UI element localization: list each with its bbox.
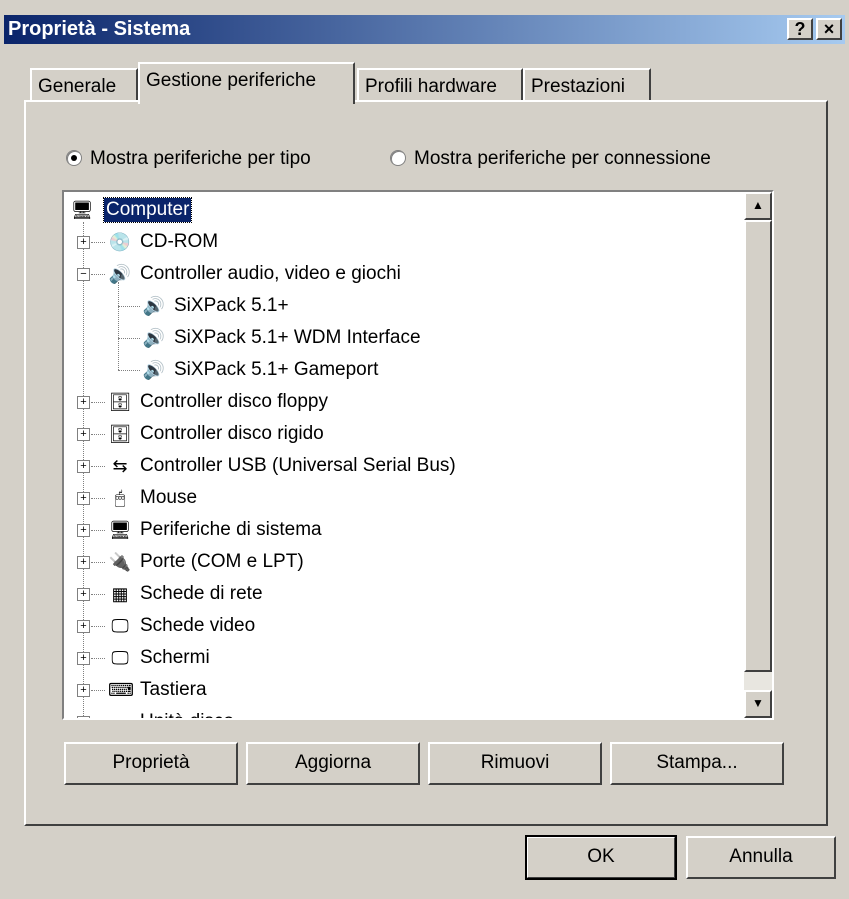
tab-gestione-periferiche[interactable]: Gestione periferiche	[138, 62, 355, 104]
device-tree[interactable]: 🖥 Computer + 💿 CD-ROM − 🔊 Controller audio, v…	[62, 190, 774, 720]
tab-profili-hardware[interactable]: Profili hardware	[357, 68, 523, 104]
device-manager-panel: Mostra periferiche per tipo Mostra perif…	[24, 100, 828, 826]
disk-controller-icon: 🗄	[108, 392, 132, 412]
tree-item-label: Controller audio, video e giochi	[140, 263, 401, 284]
expand-icon[interactable]: +	[77, 428, 90, 441]
properties-button[interactable]: Proprietà	[64, 742, 238, 785]
expand-icon[interactable]: +	[77, 556, 90, 569]
system-properties-window: Proprietà - Sistema ? × Generale Gestion…	[0, 0, 849, 899]
expand-icon[interactable]: +	[77, 524, 90, 537]
expand-icon[interactable]: +	[77, 620, 90, 633]
refresh-button[interactable]: Aggiorna	[246, 742, 420, 785]
expand-icon[interactable]: +	[77, 652, 90, 665]
window-title: Proprietà - Sistema	[8, 18, 191, 40]
show-by-type-option[interactable]: Mostra periferiche per tipo	[66, 148, 311, 170]
tree-item-label: Schermi	[140, 647, 210, 668]
cancel-button[interactable]: Annulla	[686, 836, 836, 879]
tree-branch-line	[91, 402, 105, 403]
scroll-up-icon[interactable]: ▲	[744, 192, 772, 220]
title-bar[interactable]: Proprietà - Sistema ? ×	[4, 15, 845, 44]
scroll-thumb[interactable]	[744, 220, 772, 672]
tree-branch-line	[91, 274, 105, 275]
radio-selected-icon[interactable]	[66, 150, 82, 166]
tab-prestazioni[interactable]: Prestazioni	[523, 68, 651, 104]
tree-branch-line	[91, 658, 105, 659]
show-by-connection-label: Mostra periferiche per connessione	[414, 148, 711, 169]
close-button[interactable]: ×	[816, 18, 842, 40]
tree-item-label: Schede di rete	[140, 583, 263, 604]
expand-icon[interactable]: +	[77, 492, 90, 505]
scroll-down-icon[interactable]: ▼	[744, 690, 772, 718]
tree-branch-line	[91, 562, 105, 563]
tree-child-line	[118, 282, 119, 370]
ok-button[interactable]: OK	[525, 835, 677, 880]
show-by-connection-option[interactable]: Mostra periferiche per connessione	[390, 148, 711, 170]
computer-icon: 🖥	[70, 200, 94, 220]
tree-branch-line	[118, 370, 140, 371]
tree-item-label: Tastiera	[140, 679, 207, 700]
help-button[interactable]: ?	[787, 18, 813, 40]
disk-controller-icon: 🗄	[108, 424, 132, 444]
disk-drive-icon: ▭	[108, 710, 132, 718]
tree-item-label: SiXPack 5.1+ WDM Interface	[174, 327, 421, 348]
tree-branch-line	[91, 498, 105, 499]
tree-item-label: SiXPack 5.1+ Gameport	[174, 359, 379, 380]
sound-controller-icon: 🔊	[142, 360, 166, 380]
keyboard-icon: ⌨	[108, 680, 134, 700]
tree-branch-line	[91, 242, 105, 243]
collapse-icon[interactable]: −	[77, 268, 90, 281]
tree-item-label: Schede video	[140, 615, 256, 636]
port-icon: 🔌	[108, 552, 132, 572]
expand-icon[interactable]: +	[77, 396, 90, 409]
expand-icon[interactable]: +	[77, 460, 90, 473]
radio-unselected-icon[interactable]	[390, 150, 406, 166]
system-device-icon: 🖥	[108, 520, 132, 540]
cdrom-icon: 💿	[108, 232, 132, 252]
tree-item-label: Unità disco	[140, 710, 234, 718]
sound-controller-icon: 🔊	[142, 328, 166, 348]
print-button[interactable]: Stampa...	[610, 742, 784, 785]
tree-branch-line	[91, 690, 105, 691]
vertical-scrollbar[interactable]: ▲ ▼	[744, 192, 772, 718]
tree-branch-line	[91, 594, 105, 595]
tree-root-label: Computer	[102, 197, 193, 223]
display-adapter-icon: 🖵	[111, 616, 129, 636]
usb-icon: ⇆	[112, 456, 128, 476]
tree-branch-line	[118, 306, 140, 307]
network-card-icon: ▦	[111, 584, 129, 604]
tree-branch-line	[91, 434, 105, 435]
tree-branch-line	[91, 530, 105, 531]
tab-generale[interactable]: Generale	[30, 68, 138, 104]
tree-item-label: Controller disco floppy	[140, 391, 328, 412]
expand-icon[interactable]: +	[77, 716, 90, 718]
tree-branch-line	[91, 626, 105, 627]
expand-icon[interactable]: +	[77, 684, 90, 697]
tree-branch-line	[118, 338, 140, 339]
expand-icon[interactable]: +	[77, 588, 90, 601]
mouse-icon: 🖱	[114, 488, 126, 508]
show-by-type-label: Mostra periferiche per tipo	[90, 148, 311, 169]
expand-icon[interactable]: +	[77, 236, 90, 249]
tree-item-label: Controller disco rigido	[140, 423, 324, 444]
sound-controller-icon: 🔊	[108, 264, 132, 284]
tree-branch-line	[91, 466, 105, 467]
tree-item-label: Controller USB (Universal Serial Bus)	[140, 455, 456, 476]
sound-controller-icon: 🔊	[142, 296, 166, 316]
remove-button[interactable]: Rimuovi	[428, 742, 602, 785]
tree-item-label: Porte (COM e LPT)	[140, 551, 304, 572]
tree-item-label: Periferiche di sistema	[140, 519, 322, 540]
tree-item-label: CD-ROM	[140, 231, 219, 252]
tree-item-label: SiXPack 5.1+	[174, 295, 289, 316]
tree-item-label: Mouse	[140, 487, 198, 508]
device-tree-content: 🖥 Computer + 💿 CD-ROM − 🔊 Controller audio, v…	[66, 192, 742, 718]
monitor-icon: 🖵	[111, 648, 129, 668]
